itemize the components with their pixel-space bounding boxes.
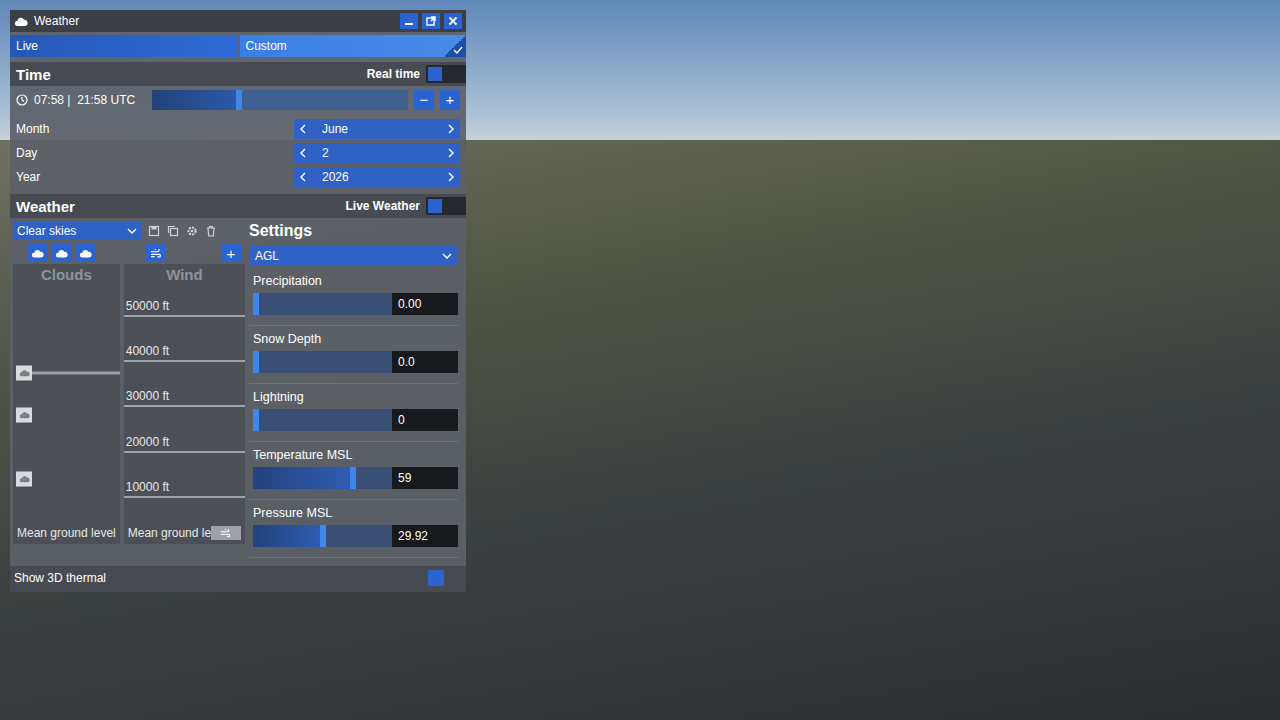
- wind-column: Wind50000 ft40000 ft30000 ft20000 ft1000…: [124, 264, 245, 544]
- slider-track[interactable]: [253, 409, 392, 431]
- cloud-layer-handle[interactable]: [16, 365, 120, 380]
- gear-icon[interactable]: [186, 225, 198, 237]
- check-icon: [444, 35, 466, 57]
- wind-layer-button[interactable]: [145, 244, 165, 262]
- date-stepper[interactable]: 2026: [294, 167, 460, 187]
- slider-track[interactable]: [253, 467, 392, 489]
- clouds-column: CloudsMean ground level: [13, 264, 120, 544]
- live-weather-toggle[interactable]: [426, 197, 466, 215]
- popout-icon: [426, 16, 436, 26]
- altitude-tick: 40000 ft: [124, 344, 245, 362]
- mode-tab[interactable]: Custom: [240, 35, 467, 57]
- add-layer-button[interactable]: +: [221, 244, 241, 262]
- chevron-down-icon: [442, 253, 452, 259]
- trash-icon[interactable]: [205, 225, 217, 237]
- time-row: 07:58 | 21:58 UTC −+: [10, 86, 466, 114]
- clock-icon: [16, 94, 28, 106]
- mode-tab[interactable]: Live: [10, 35, 237, 57]
- time-header: TimeReal time: [10, 62, 466, 86]
- close-icon: [448, 16, 458, 26]
- cloud-layer-button[interactable]: [75, 244, 95, 262]
- copy-icon[interactable]: [167, 225, 179, 237]
- cloud-layer-button[interactable]: [51, 244, 71, 262]
- chevron-left-icon[interactable]: [300, 124, 306, 134]
- altitude-tick: 30000 ft: [124, 389, 245, 407]
- setting-slider: Lightning0: [249, 390, 458, 442]
- cloud-layer-button[interactable]: [27, 244, 47, 262]
- clock-readout: 07:58 | 21:58 UTC: [34, 93, 146, 107]
- setting-slider: Snow Depth0.0: [249, 332, 458, 384]
- save-icon[interactable]: [148, 225, 160, 237]
- date-stepper[interactable]: June: [294, 119, 460, 139]
- slider-value[interactable]: 0.00: [392, 293, 458, 315]
- slider-value[interactable]: 0.0: [392, 351, 458, 373]
- slider-value[interactable]: 29.92: [392, 525, 458, 547]
- date-field: Year2026: [10, 166, 466, 188]
- mode-tabs: LiveCustom: [10, 32, 466, 60]
- window-title: Weather: [34, 14, 394, 28]
- chevron-left-icon[interactable]: [300, 172, 306, 182]
- chevron-right-icon[interactable]: [448, 148, 454, 158]
- chevron-left-icon[interactable]: [300, 148, 306, 158]
- slider-value[interactable]: 0: [392, 409, 458, 431]
- wind-handle-icon[interactable]: [211, 526, 241, 540]
- slider-track[interactable]: [253, 351, 392, 373]
- chevron-right-icon[interactable]: [448, 124, 454, 134]
- time-plus-button[interactable]: +: [440, 90, 460, 110]
- game-screen: WeatherLiveCustomTimeReal time07:58 | 21…: [0, 0, 1280, 720]
- cloud-layer-handle[interactable]: [16, 472, 120, 487]
- setting-slider: Pressure MSL29.92: [249, 506, 458, 558]
- cloud-icon: [55, 249, 68, 258]
- cloud-icon: [79, 249, 92, 258]
- slider-value[interactable]: 59: [392, 467, 458, 489]
- thermal-checkbox[interactable]: [428, 570, 444, 586]
- cloud-icon: [14, 17, 28, 26]
- chevron-right-icon[interactable]: [448, 172, 454, 182]
- wind-icon: [149, 249, 162, 258]
- popout-button[interactable]: [422, 13, 440, 29]
- cloud-layer-handle[interactable]: [16, 408, 120, 423]
- setting-slider: Temperature MSL59: [249, 448, 458, 500]
- real-time-toggle[interactable]: [426, 65, 466, 83]
- time-slider[interactable]: [152, 90, 408, 110]
- cloud-icon: [31, 249, 44, 258]
- chevron-down-icon: [127, 228, 137, 234]
- minimize-button[interactable]: [400, 13, 418, 29]
- altitude-reference-dropdown[interactable]: AGL: [249, 246, 458, 266]
- close-button[interactable]: [444, 13, 462, 29]
- cloud-icon: [19, 369, 30, 376]
- thermal-row: Show 3D thermal: [10, 566, 466, 592]
- altitude-tick: 10000 ft: [124, 480, 245, 498]
- minimize-icon: [404, 16, 414, 26]
- preset-dropdown[interactable]: Clear skies: [13, 222, 141, 240]
- settings-panel: SettingsAGLPrecipitation0.00Snow Depth0.…: [249, 220, 466, 564]
- title-bar: Weather: [10, 10, 466, 32]
- cloud-icon: [19, 412, 30, 419]
- altitude-tick: 20000 ft: [124, 435, 245, 453]
- time-minus-button[interactable]: −: [414, 90, 434, 110]
- weather-header: WeatherLive Weather: [10, 194, 466, 218]
- altitude-tick: 50000 ft: [124, 299, 245, 317]
- slider-track[interactable]: [253, 525, 392, 547]
- setting-slider: Precipitation0.00: [249, 274, 458, 326]
- slider-track[interactable]: [253, 293, 392, 315]
- date-field: Day2: [10, 142, 466, 164]
- cloud-icon: [19, 476, 30, 483]
- date-stepper[interactable]: 2: [294, 143, 460, 163]
- date-field: MonthJune: [10, 118, 466, 140]
- weather-panel: WeatherLiveCustomTimeReal time07:58 | 21…: [10, 10, 466, 592]
